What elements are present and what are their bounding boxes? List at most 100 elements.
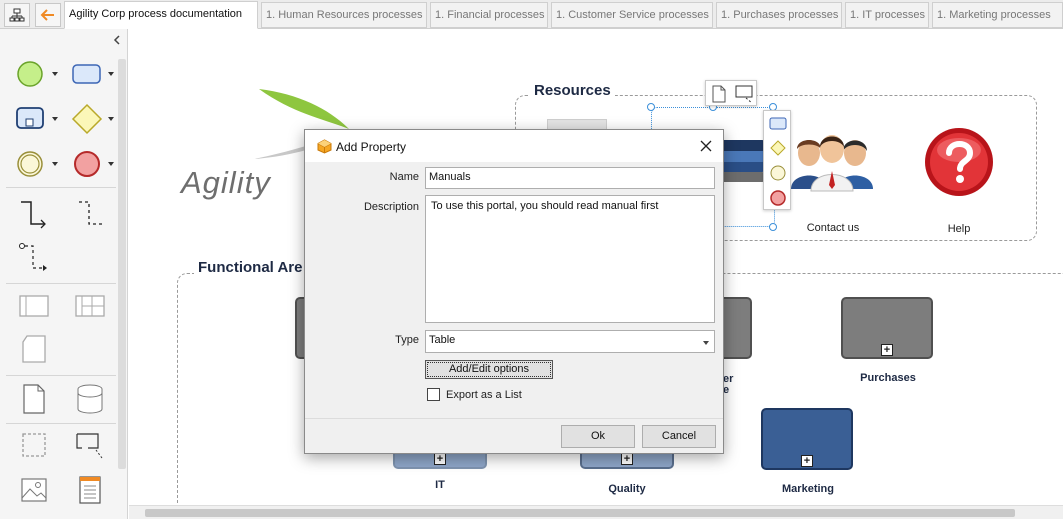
tab-customer-service-processes[interactable]: 1. Customer Service processes: [551, 2, 713, 28]
tab-agility-corp-process-documentation[interactable]: Agility Corp process documentation: [64, 1, 258, 29]
diamond-icon: [71, 103, 103, 135]
selection-handle[interactable]: [647, 103, 655, 111]
people-group-icon[interactable]: [787, 127, 879, 193]
subprocess-marker-icon: +: [621, 453, 633, 465]
description-label: Description: [363, 201, 419, 213]
process-it[interactable]: +: [393, 452, 487, 469]
back-button[interactable]: [35, 3, 61, 27]
purchases-label: Purchases: [860, 372, 916, 384]
name-input[interactable]: Manuals: [425, 167, 715, 189]
palette-scrollbar[interactable]: [118, 59, 126, 469]
process-purchases[interactable]: +: [841, 297, 933, 359]
subprocess-marker-icon: +: [434, 453, 446, 465]
add-edit-options-button[interactable]: Add/Edit options: [425, 360, 553, 379]
data-store-tool[interactable]: [72, 381, 108, 417]
annotation-tool[interactable]: [72, 429, 108, 461]
diagram-tree-button[interactable]: [4, 3, 30, 27]
green-circle-icon: [17, 61, 43, 87]
export-as-list-checkbox[interactable]: [427, 388, 440, 401]
lane-grid-tool[interactable]: [72, 291, 108, 321]
image-icon: [21, 478, 47, 502]
add-property-dialog: Add Property Name Manuals Description To…: [304, 129, 724, 454]
selection-handle[interactable]: [769, 223, 777, 231]
dialog-footer: Ok Cancel: [305, 418, 723, 453]
image-tool[interactable]: [16, 473, 52, 507]
sitemap-icon: [9, 8, 25, 22]
dialog-close-button[interactable]: [695, 135, 717, 157]
message-flow-tool[interactable]: [16, 239, 52, 275]
document-tool[interactable]: [16, 381, 52, 417]
ok-button[interactable]: Ok: [561, 425, 635, 448]
property-cube-icon: [317, 139, 332, 154]
double-circle-icon: [17, 151, 43, 177]
resources-title: Resources: [530, 82, 615, 99]
tab-financial-processes[interactable]: 1. Financial processes: [430, 2, 548, 28]
dialog-title-bar[interactable]: Add Property: [305, 130, 723, 162]
dropdown-arrow-icon[interactable]: [108, 72, 114, 76]
tab-human-resources-processes[interactable]: 1. Human Resources processes: [261, 2, 427, 28]
process-partial-right[interactable]: [724, 297, 752, 359]
quality-label: Quality: [608, 483, 646, 495]
export-as-list-label: Export as a List: [446, 389, 522, 401]
database-icon: [77, 384, 103, 414]
end-event-shape[interactable]: [70, 149, 104, 179]
gateway-diamond-icon[interactable]: [769, 139, 787, 157]
pool-icon: [19, 295, 49, 317]
tab-purchases-processes[interactable]: 1. Purchases processes: [716, 2, 842, 28]
help-label: Help: [947, 223, 971, 235]
form-icon: [79, 476, 101, 504]
task-shape-icon[interactable]: [769, 116, 787, 130]
palette-divider: [6, 283, 116, 284]
functional-areas-title: Functional Are: [194, 259, 307, 276]
document-icon: [23, 384, 45, 414]
it-label: IT: [435, 479, 445, 491]
subprocess-icon: [16, 107, 44, 129]
tab-marketing-processes[interactable]: 1. Marketing processes: [932, 2, 1063, 28]
pool-tool[interactable]: [16, 291, 52, 321]
marketing-label: Marketing: [782, 483, 834, 495]
form-tool[interactable]: [72, 473, 108, 507]
start-event-shape[interactable]: [14, 59, 46, 89]
type-label: Type: [395, 334, 419, 346]
dropdown-arrow-icon[interactable]: [52, 162, 58, 166]
task-shape[interactable]: [70, 59, 104, 89]
palette-divider: [6, 187, 116, 188]
dropdown-arrow-icon[interactable]: [108, 117, 114, 121]
end-event-icon[interactable]: [769, 189, 787, 207]
palette-divider: [6, 423, 116, 424]
intermediate-event-shape[interactable]: [14, 149, 46, 179]
subprocess-marker-icon: +: [801, 455, 813, 467]
scrollbar-thumb[interactable]: [145, 509, 1015, 517]
message-connector-icon: [19, 243, 47, 271]
subprocess-shape[interactable]: [14, 103, 46, 133]
rounded-rectangle-icon: [72, 64, 101, 84]
association-tool[interactable]: [74, 197, 108, 231]
sequence-flow-tool[interactable]: [16, 197, 50, 231]
shape-palette: [0, 29, 128, 519]
annotation-callout-icon[interactable]: [734, 84, 754, 104]
canvas-horizontal-scrollbar[interactable]: [129, 505, 1063, 519]
callout-icon: [76, 433, 103, 459]
agility-logo-text: Agility: [181, 165, 271, 200]
dropdown-arrow-icon[interactable]: [52, 117, 58, 121]
tab-it-processes[interactable]: 1. IT processes: [845, 2, 929, 28]
group-tool[interactable]: [16, 429, 52, 461]
process-marketing[interactable]: +: [761, 408, 853, 470]
gateway-shape[interactable]: [70, 103, 104, 135]
dashed-square-icon: [22, 433, 46, 457]
description-textarea[interactable]: To use this portal, you should read manu…: [425, 195, 715, 323]
dropdown-arrow-icon[interactable]: [108, 162, 114, 166]
intermediate-event-icon[interactable]: [769, 164, 787, 182]
elbow-connector-icon: [21, 201, 46, 229]
type-select[interactable]: Table: [425, 330, 715, 353]
arrow-left-icon: [40, 9, 54, 21]
new-document-icon[interactable]: [710, 84, 728, 104]
help-question-icon[interactable]: [922, 125, 996, 199]
process-quality[interactable]: +: [580, 452, 674, 469]
cancel-button[interactable]: Cancel: [642, 425, 716, 448]
chevron-left-icon: [113, 35, 120, 45]
data-object-tool[interactable]: [16, 331, 52, 367]
dropdown-arrow-icon[interactable]: [52, 72, 58, 76]
collapse-palette-button[interactable]: [110, 33, 124, 47]
name-label: Name: [389, 171, 419, 183]
